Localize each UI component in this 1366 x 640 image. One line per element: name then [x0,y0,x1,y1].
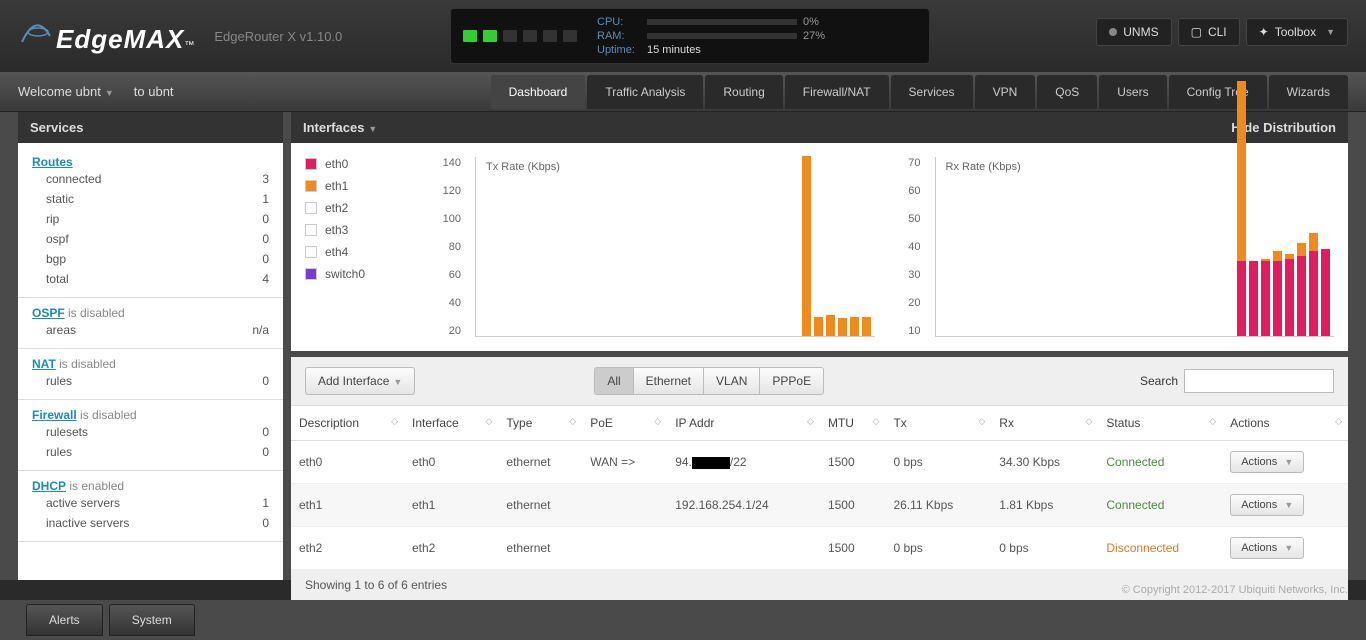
table-row: eth2eth2ethernet15000 bps0 bpsDisconnect… [291,527,1348,570]
col-mtu[interactable]: MTU◇ [820,406,885,441]
filter-vlan[interactable]: VLAN [703,367,760,395]
rx-yaxis: 70605040302010 [885,157,925,337]
terminal-icon: ▢ [1191,25,1202,39]
table-body: eth0eth0ethernetWAN =>94./2215000 bps34.… [291,441,1348,570]
search-input[interactable] [1184,369,1334,393]
col-rx[interactable]: Rx◇ [991,406,1098,441]
add-interface-button[interactable]: Add Interface▼ [305,367,415,395]
col-poe[interactable]: PoE◇ [582,406,667,441]
sidebar-section-routes[interactable]: Routes [32,155,73,169]
tab-vpn[interactable]: VPN [975,75,1036,109]
sidebar-section-ospf[interactable]: OSPF [32,306,65,320]
sidebar-section-firewall[interactable]: Firewall [32,408,77,422]
tab-qos[interactable]: QoS [1037,75,1097,109]
legend-eth1[interactable]: eth1 [305,179,415,193]
bottom-tab-alerts[interactable]: Alerts [26,604,103,636]
model-label: EdgeRouter X v1.10.0 [214,29,342,44]
rx-chart: Rx Rate (Kbps) [935,157,1335,337]
col-actions[interactable]: Actions◇ [1222,406,1348,441]
interfaces-title[interactable]: Interfaces▼ [303,120,377,135]
sidebar-section-nat[interactable]: NAT [32,357,56,371]
tab-routing[interactable]: Routing [705,75,782,109]
sidebar-title: Services [18,112,283,143]
wrench-icon: ✦ [1259,25,1269,39]
col-status[interactable]: Status◇ [1098,406,1222,441]
search-label: Search [1140,374,1178,388]
cli-button[interactable]: ▢CLI [1178,18,1240,46]
tx-chart: Tx Rate (Kbps) [475,157,875,337]
bottom-tabs: AlertsSystem [0,600,1366,640]
legend-switch0[interactable]: switch0 [305,267,415,281]
filter-all[interactable]: All [594,367,633,395]
col-interface[interactable]: Interface◇ [404,406,498,441]
legend-eth0[interactable]: eth0 [305,157,415,171]
interfaces-table-panel: Add Interface▼ AllEthernetVLANPPPoE Sear… [291,357,1348,600]
filter-pppoe[interactable]: PPPoE [759,367,824,395]
row-actions-button[interactable]: Actions ▼ [1230,494,1304,516]
toolbox-button[interactable]: ✦Toolbox▼ [1246,18,1348,46]
tx-bars [802,156,871,336]
tab-users[interactable]: Users [1099,75,1166,109]
col-tx[interactable]: Tx◇ [885,406,991,441]
welcome-row: Welcome ubnt▼ to ubnt DashboardTraffic A… [0,72,1366,112]
tx-yaxis: 14012010080604020 [425,157,465,337]
table-row: eth1eth1ethernet192.168.254.1/24150026.1… [291,484,1348,527]
row-actions-button[interactable]: Actions ▼ [1230,537,1304,559]
row-actions-button[interactable]: Actions ▼ [1230,451,1304,473]
tab-firewallnat[interactable]: Firewall/NAT [785,75,889,109]
tab-dashboard[interactable]: Dashboard [491,75,586,109]
bottom-tab-system[interactable]: System [109,604,195,636]
sidebar-section-dhcp[interactable]: DHCP [32,479,66,493]
port-indicators [463,30,577,42]
filter-segment: AllEthernetVLANPPPoE [595,367,824,395]
logo: EdgeMAX™ [18,18,194,55]
main-tabs: DashboardTraffic AnalysisRoutingFirewall… [491,75,1348,109]
tab-services[interactable]: Services [891,75,973,109]
filter-ethernet[interactable]: Ethernet [633,367,704,395]
legend-eth4[interactable]: eth4 [305,245,415,259]
col-description[interactable]: Description◇ [291,406,404,441]
col-ipaddr[interactable]: IP Addr◇ [667,406,820,441]
sidebar-body: Routesconnected3static1rip0ospf0bgp0tota… [18,143,283,580]
interfaces-table: Description◇Interface◇Type◇PoE◇IP Addr◇M… [291,406,1348,570]
top-bar: EdgeMAX™ EdgeRouter X v1.10.0 CPU:0% RAM… [0,0,1366,72]
welcome-to: to ubnt [134,84,174,99]
status-box: CPU:0% RAM:27% Uptime:15 minutes [450,8,930,64]
col-type[interactable]: Type◇ [498,406,582,441]
rx-bars [1237,81,1330,336]
legend-eth2[interactable]: eth2 [305,201,415,215]
table-header-row: Description◇Interface◇Type◇PoE◇IP Addr◇M… [291,406,1348,441]
unms-button[interactable]: UNMS [1096,18,1171,46]
welcome-user[interactable]: Welcome ubnt▼ [18,84,114,99]
legend-eth3[interactable]: eth3 [305,223,415,237]
table-row: eth0eth0ethernetWAN =>94./2215000 bps34.… [291,441,1348,484]
chart-legend: eth0 eth1 eth2 eth3 eth4 switch0 [305,157,415,337]
sidebar: Services Routesconnected3static1rip0ospf… [18,112,283,580]
interfaces-panel: Interfaces▼ Hide Distribution eth0eth1et… [291,112,1348,351]
tab-trafficanalysis[interactable]: Traffic Analysis [587,75,703,109]
